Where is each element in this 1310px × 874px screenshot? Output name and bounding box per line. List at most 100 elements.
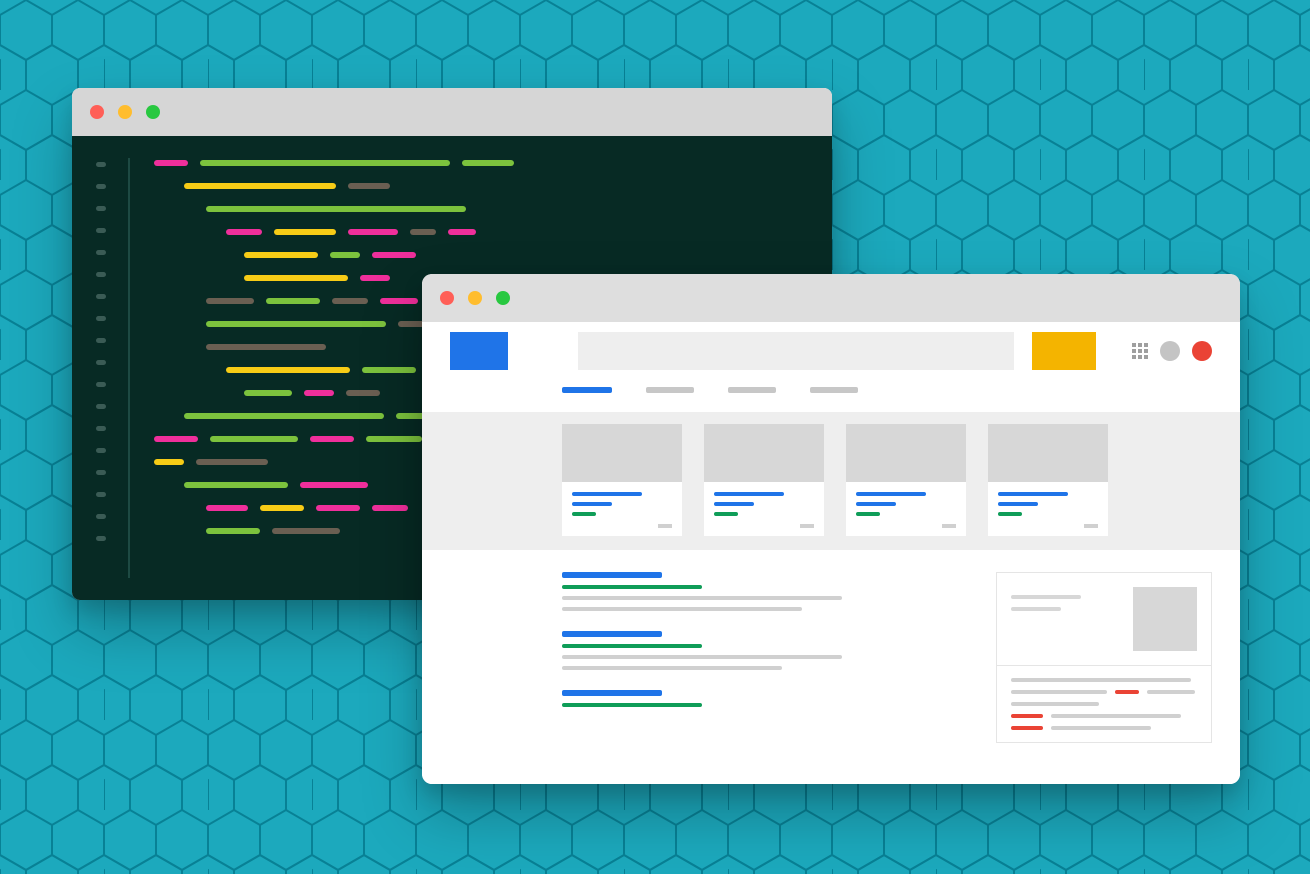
tab[interactable] [810, 387, 858, 393]
knowledge-detail-text [1011, 714, 1043, 718]
code-token [244, 275, 348, 281]
tab-active[interactable] [562, 387, 612, 393]
result-snippet [562, 666, 782, 670]
knowledge-heading [1011, 587, 1081, 651]
line-number [96, 272, 106, 277]
result-title [562, 631, 662, 637]
account-avatar-icon[interactable] [1160, 341, 1180, 361]
code-token [410, 229, 436, 235]
apps-icon[interactable] [1132, 343, 1148, 359]
code-token [206, 321, 386, 327]
close-icon[interactable] [440, 291, 454, 305]
editor-titlebar [72, 88, 832, 136]
line-number [96, 294, 106, 299]
code-token [310, 436, 354, 442]
card-url [572, 512, 596, 516]
knowledge-image [1133, 587, 1197, 651]
knowledge-detail-row [1011, 702, 1197, 706]
line-number [96, 316, 106, 321]
card-title-line2 [856, 502, 896, 506]
code-token [196, 459, 268, 465]
zoom-icon[interactable] [146, 105, 160, 119]
code-token [380, 298, 418, 304]
header-actions [1132, 341, 1212, 361]
line-number [96, 492, 106, 497]
card-title-line2 [714, 502, 754, 506]
code-token [206, 206, 466, 212]
code-token [244, 390, 292, 396]
search-logo[interactable] [450, 332, 508, 370]
browser-body [422, 322, 1240, 784]
card-title [714, 492, 784, 496]
card-title-line2 [998, 502, 1038, 506]
code-token [448, 229, 476, 235]
line-number [96, 536, 106, 541]
tab[interactable] [728, 387, 776, 393]
card-thumbnail [988, 424, 1108, 482]
search-button[interactable] [1032, 332, 1096, 370]
zoom-icon[interactable] [496, 291, 510, 305]
code-token [366, 436, 422, 442]
rich-result-card[interactable] [704, 424, 824, 536]
knowledge-detail-text [1011, 678, 1191, 682]
knowledge-heading-line [1011, 595, 1081, 599]
code-token [372, 505, 408, 511]
knowledge-detail-row [1011, 678, 1197, 682]
search-browser-window [422, 274, 1240, 784]
card-thumbnail [704, 424, 824, 482]
code-token [154, 459, 184, 465]
card-url [856, 512, 880, 516]
knowledge-details [997, 666, 1211, 742]
notifications-icon[interactable] [1192, 341, 1212, 361]
line-number [96, 250, 106, 255]
code-line [226, 229, 524, 235]
code-line [206, 206, 524, 212]
code-token [346, 390, 380, 396]
result-url [562, 644, 702, 648]
minimize-icon[interactable] [468, 291, 482, 305]
code-line [244, 252, 524, 258]
knowledge-panel [996, 572, 1212, 743]
card-meta [942, 524, 956, 528]
knowledge-detail-row [1011, 714, 1197, 718]
tab[interactable] [646, 387, 694, 393]
browser-titlebar [422, 274, 1240, 322]
code-token [462, 160, 514, 166]
line-number [96, 162, 106, 167]
code-token [272, 528, 340, 534]
code-token [210, 436, 298, 442]
close-icon[interactable] [90, 105, 104, 119]
search-result[interactable] [562, 572, 952, 611]
code-token [226, 367, 350, 373]
card-title [856, 492, 926, 496]
result-snippet [562, 655, 842, 659]
code-line [184, 183, 524, 189]
result-snippet [562, 607, 802, 611]
rich-result-card[interactable] [562, 424, 682, 536]
knowledge-heading-line [1011, 607, 1061, 611]
code-token [300, 482, 368, 488]
results-area [422, 550, 1240, 743]
code-token [206, 344, 326, 350]
card-meta [1084, 524, 1098, 528]
result-title [562, 690, 662, 696]
search-result[interactable] [562, 690, 952, 707]
line-number [96, 448, 106, 453]
card-url [714, 512, 738, 516]
search-result[interactable] [562, 631, 952, 670]
result-url [562, 703, 702, 707]
knowledge-detail-text [1051, 726, 1151, 730]
code-token [184, 482, 288, 488]
rich-results-band [422, 412, 1240, 550]
code-token [360, 275, 390, 281]
rich-result-card[interactable] [988, 424, 1108, 536]
line-number [96, 206, 106, 211]
knowledge-detail-text [1115, 690, 1139, 694]
rich-result-card[interactable] [846, 424, 966, 536]
card-meta [800, 524, 814, 528]
code-token [372, 252, 416, 258]
search-input[interactable] [578, 332, 1014, 370]
code-token [274, 229, 336, 235]
minimize-icon[interactable] [118, 105, 132, 119]
knowledge-detail-text [1147, 690, 1195, 694]
